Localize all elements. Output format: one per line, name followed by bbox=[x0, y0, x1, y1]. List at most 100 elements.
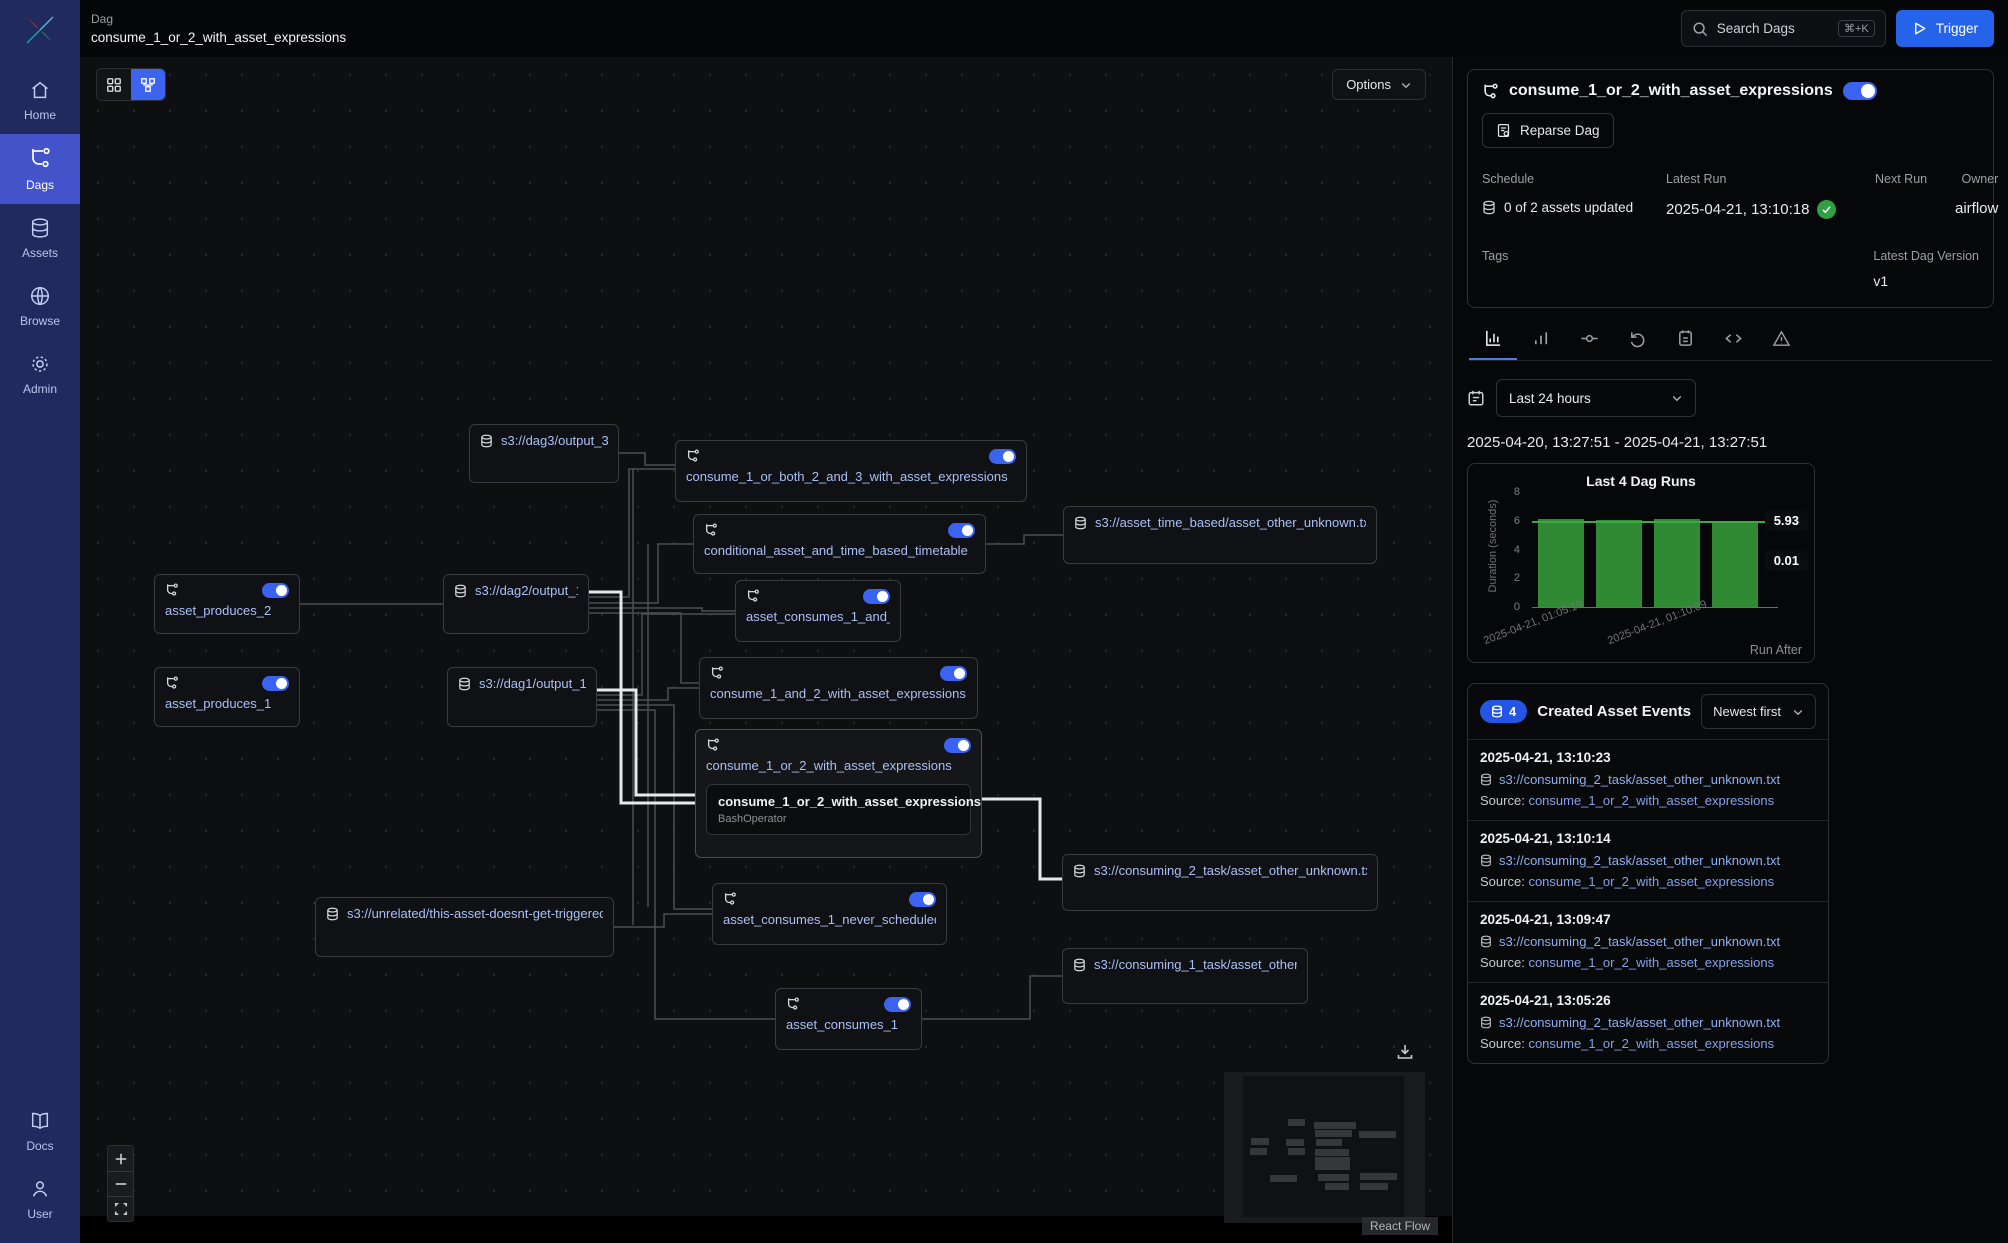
download-icon[interactable] bbox=[1396, 1043, 1414, 1061]
dag-branch-icon bbox=[165, 676, 179, 690]
dag-node-label: asset_consumes_1_never_scheduled bbox=[723, 912, 936, 927]
sidebar-item-user[interactable]: User bbox=[0, 1165, 80, 1233]
minimap-node bbox=[1325, 1183, 1349, 1190]
tab-warnings[interactable] bbox=[1757, 318, 1805, 360]
graph-node-asset-dag1-output-1[interactable]: s3://dag1/output_1.txt bbox=[447, 667, 597, 727]
schedule-label: Schedule bbox=[1482, 172, 1666, 186]
minimap-node bbox=[1315, 1130, 1352, 1137]
search-input[interactable]: Search Dags ⌘+K bbox=[1681, 10, 1886, 47]
dag-pause-toggle[interactable] bbox=[948, 523, 975, 538]
chart-bar[interactable] bbox=[1712, 522, 1758, 607]
sidebar-item-assets[interactable]: Assets bbox=[0, 204, 80, 272]
sidebar-item-home[interactable]: Home bbox=[0, 66, 80, 134]
graph-canvas[interactable]: s3://dag3/output_3.txt consume_1_or_both_… bbox=[80, 57, 1452, 1216]
asset-event-source-link[interactable]: consume_1_or_2_with_asset_expressions bbox=[1528, 1036, 1774, 1051]
dag-pause-toggle[interactable] bbox=[940, 666, 967, 681]
dag-branch-icon bbox=[704, 523, 718, 537]
dag-pause-toggle[interactable] bbox=[863, 589, 890, 604]
tab-events[interactable] bbox=[1661, 318, 1709, 360]
tab-overview[interactable] bbox=[1469, 318, 1517, 360]
zoom-controls bbox=[107, 1145, 134, 1222]
graph-node-dag-consume-1-or-both-2-and-3[interactable]: consume_1_or_both_2_and_3_with_asset_exp… bbox=[675, 440, 1027, 502]
reparse-dag-label: Reparse Dag bbox=[1520, 123, 1600, 138]
zoom-in-button[interactable] bbox=[108, 1146, 133, 1171]
dag-runs-chart-card: Last 4 Dag Runs Duration (seconds) 02468… bbox=[1467, 463, 1815, 663]
dag-pause-toggle[interactable] bbox=[944, 738, 971, 753]
graph-node-dag-asset-produces-2[interactable]: asset_produces_2 bbox=[154, 574, 300, 634]
asset-event-uri-link[interactable]: s3://consuming_2_task/asset_other_unknow… bbox=[1480, 1015, 1816, 1030]
asset-event-uri-link[interactable]: s3://consuming_2_task/asset_other_unknow… bbox=[1480, 934, 1816, 949]
asset-event-uri-link[interactable]: s3://consuming_2_task/asset_other_unknow… bbox=[1480, 853, 1816, 868]
chart-min-label: 0.01 bbox=[1765, 550, 1808, 571]
graph-node-asset-consuming-1-task[interactable]: s3://consuming_1_task/asset_other.txt bbox=[1062, 948, 1308, 1004]
minimap-node bbox=[1314, 1122, 1356, 1129]
dag-pause-toggle[interactable] bbox=[262, 583, 289, 598]
graph-node-dag-asset-consumes-1[interactable]: asset_consumes_1 bbox=[775, 988, 922, 1050]
minimap[interactable] bbox=[1224, 1072, 1425, 1223]
dag-meta-card: consume_1_or_2_with_asset_expressions Re… bbox=[1467, 69, 1994, 308]
graph-node-asset-dag3-output-3[interactable]: s3://dag3/output_3.txt bbox=[469, 424, 619, 483]
dag-branch-icon bbox=[710, 666, 724, 680]
events-sort-select[interactable]: Newest first bbox=[1701, 694, 1816, 729]
sidebar-item-docs[interactable]: Docs bbox=[0, 1097, 80, 1165]
calendar-icon bbox=[1467, 389, 1485, 407]
search-shortcut-badge: ⌘+K bbox=[1838, 20, 1875, 37]
sidebar-item-label: Dags bbox=[26, 178, 54, 192]
graph-node-asset-dag2-output-1[interactable]: s3://dag2/output_1.txt bbox=[443, 574, 589, 634]
asset-event-source-link[interactable]: consume_1_or_2_with_asset_expressions bbox=[1528, 955, 1774, 970]
breadcrumb-dag[interactable]: Dag bbox=[91, 12, 346, 26]
graph-node-dag-asset-consumes-1-and-2[interactable]: asset_consumes_1_and_2 bbox=[735, 580, 901, 642]
fit-view-button[interactable] bbox=[108, 1196, 133, 1221]
graph-node-dag-conditional-asset-and-time-based-timetable[interactable]: conditional_asset_and_time_based_timetab… bbox=[693, 514, 986, 574]
tab-tasks[interactable] bbox=[1565, 318, 1613, 360]
graph-node-dag-consume-1-or-2[interactable]: consume_1_or_2_with_asset_expressionscon… bbox=[695, 729, 982, 858]
airflow-logo-icon[interactable] bbox=[18, 8, 62, 52]
graph-node-asset-unrelated[interactable]: s3://unrelated/this-asset-doesnt-get-tri… bbox=[315, 897, 614, 957]
chart-bar[interactable] bbox=[1654, 519, 1700, 607]
minimap-node bbox=[1360, 1173, 1397, 1180]
graph-view-button[interactable] bbox=[131, 69, 165, 100]
graph-node-asset-consuming-2-task[interactable]: s3://consuming_2_task/asset_other_unknow… bbox=[1062, 854, 1378, 911]
dag-pause-toggle[interactable] bbox=[884, 997, 911, 1012]
asset-event-source-link[interactable]: consume_1_or_2_with_asset_expressions bbox=[1528, 793, 1774, 808]
tab-runs[interactable] bbox=[1517, 318, 1565, 360]
undo-icon bbox=[1628, 329, 1647, 348]
dag-pause-toggle[interactable] bbox=[909, 892, 936, 907]
chart-bar[interactable] bbox=[1596, 520, 1642, 607]
time-range-select[interactable]: Last 24 hours bbox=[1496, 379, 1696, 417]
trigger-button[interactable]: Trigger bbox=[1896, 10, 1994, 47]
graph-node-dag-asset-produces-1[interactable]: asset_produces_1 bbox=[154, 667, 300, 727]
chart-ytick: 8 bbox=[1500, 486, 1520, 498]
reparse-dag-button[interactable]: Reparse Dag bbox=[1482, 113, 1614, 148]
warning-triangle-icon bbox=[1772, 329, 1791, 348]
sidebar-item-browse[interactable]: Browse bbox=[0, 272, 80, 340]
latest-run-value[interactable]: 2025-04-21, 13:10:18 bbox=[1666, 200, 1875, 219]
asset-events-header: 4 Created Asset Events Newest first bbox=[1468, 684, 1828, 739]
minimap-node bbox=[1251, 1138, 1269, 1145]
grid-view-button[interactable] bbox=[97, 69, 131, 100]
dag-pause-toggle[interactable] bbox=[262, 676, 289, 691]
options-button[interactable]: Options bbox=[1332, 69, 1426, 100]
chart-bar[interactable] bbox=[1538, 519, 1584, 607]
graph-node-dag-consume-1-and-2[interactable]: consume_1_and_2_with_asset_expressions bbox=[699, 657, 978, 719]
graph-node-asset-time-based-other-unknown[interactable]: s3://asset_time_based/asset_other_unknow… bbox=[1063, 506, 1377, 564]
tab-backfills[interactable] bbox=[1613, 318, 1661, 360]
dag-title-row: consume_1_or_2_with_asset_expressions bbox=[1482, 82, 1979, 100]
task-node-dag-consume-1-or-2[interactable]: consume_1_or_2_with_asset_expressionsBas… bbox=[706, 784, 971, 835]
asset-event-source-link[interactable]: consume_1_or_2_with_asset_expressions bbox=[1528, 874, 1774, 889]
asset-event-uri-link[interactable]: s3://consuming_2_task/asset_other_unknow… bbox=[1480, 772, 1816, 787]
minimap-node bbox=[1288, 1119, 1305, 1126]
time-filter-row: Last 24 hours bbox=[1467, 379, 1994, 417]
tab-code[interactable] bbox=[1709, 318, 1757, 360]
database-icon bbox=[1482, 200, 1496, 215]
minimap-node bbox=[1359, 1131, 1396, 1138]
sidebar-item-dags[interactable]: Dags bbox=[0, 134, 80, 204]
dag-pause-toggle[interactable] bbox=[1843, 82, 1877, 100]
latest-run-timestamp: 2025-04-21, 13:10:18 bbox=[1666, 201, 1809, 218]
graph-node-dag-asset-consumes-1-never-scheduled[interactable]: asset_consumes_1_never_scheduled bbox=[712, 883, 947, 945]
dag-pause-toggle[interactable] bbox=[989, 449, 1016, 464]
chart-ytick: 4 bbox=[1500, 544, 1520, 556]
sidebar-item-admin[interactable]: Admin bbox=[0, 340, 80, 408]
zoom-out-button[interactable] bbox=[108, 1171, 133, 1196]
schedule-value[interactable]: 0 of 2 assets updated bbox=[1482, 200, 1666, 215]
